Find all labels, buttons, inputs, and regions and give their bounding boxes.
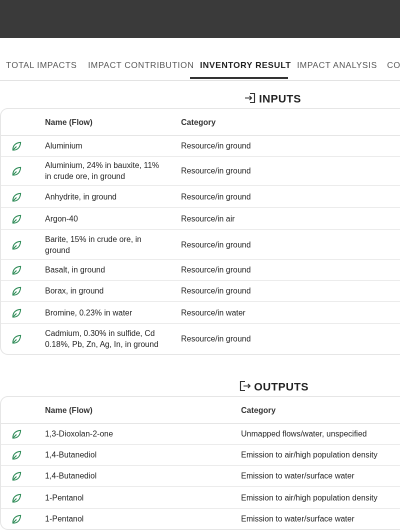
inputs-table-header: Name (Flow) Category [1,109,400,136]
flow-category: Emission to air/high population density [241,450,378,460]
leaf-icon [11,141,22,152]
flow-name: 1,3-Dioxolan-2-one [45,429,114,439]
table-row[interactable]: 1,4-Butanediol Emission to water/surface … [1,466,400,487]
outputs-table-header: Name (Flow) Category [1,397,400,424]
tab-impact-contribution[interactable]: IMPACT CONTRIBUTION [88,52,194,78]
table-row[interactable]: Borax, in ground Resource/in ground [1,281,400,302]
table-row[interactable]: Bromine, 0.23% in water Resource/in water [1,302,400,324]
leaf-icon [11,286,22,297]
flow-name: Borax, in ground [45,286,104,296]
table-row[interactable]: 1-Pentanol Emission to air/high populatio… [1,487,400,509]
leaf-icon [11,192,22,203]
flow-name: Basalt, in ground [45,265,106,275]
flow-name: Bromine, 0.23% in water [45,308,133,317]
table-row[interactable]: 1,3-Dioxolan-2-one Unmapped flows/water, … [1,424,400,445]
table-row[interactable]: Basalt, in ground Resource/in ground [1,260,400,281]
result-tabs: TOTAL IMPACTS IMPACT CONTRIBUTION INVENT… [0,52,400,80]
leaf-icon [11,429,22,440]
flow-category: Emission to water/surface water [241,471,355,481]
active-tab-indicator [190,77,288,79]
table-row[interactable]: Barite, 15% in crude ore, in ground Resour… [1,230,400,260]
leaf-icon [11,308,22,319]
flow-category: Resource/in ground [181,334,251,344]
table-row[interactable]: Aluminium, 24% in bauxite, 11% in crude o… [1,157,400,186]
leaf-icon [11,334,22,345]
leaf-icon [11,240,22,251]
outputs-title: OUTPUTS [254,381,309,394]
flow-category: Resource/in air [181,214,235,223]
flow-category: Resource/in ground [181,166,251,176]
tab-total-impacts[interactable]: TOTAL IMPACTS [6,52,77,78]
inputs-title: INPUTS [259,93,302,106]
leaf-icon [11,265,22,276]
logout-icon [239,380,251,395]
table-row[interactable]: Argon-40 Resource/in air [1,208,400,230]
flow-name: 1-Pentanol [45,514,84,524]
flow-name: Argon-40 [45,214,78,223]
tab-more[interactable]: CO [387,52,400,78]
column-header-category[interactable]: Category [181,118,216,127]
flow-name: Aluminium, 24% in bauxite, 11% in crude o… [45,161,160,181]
flow-name: 1-Pentanol [45,493,84,502]
tab-inventory-result[interactable]: INVENTORY RESULT [200,52,291,78]
flow-name: Anhydrite, in ground [45,192,117,201]
table-row[interactable]: Cadmium, 0.30% in sulfide, Cd 0.18%, Pb, … [1,324,400,354]
column-header-name[interactable]: Name (Flow) [45,118,93,127]
flow-category: Emission to water/surface water [241,514,355,524]
tabs-divider [0,80,400,81]
inputs-heading: INPUTS [244,92,301,107]
column-header-category[interactable]: Category [241,406,276,415]
table-row[interactable]: 1,4-Butanediol Emission to air/high popul… [1,445,400,466]
flow-name: 1,4-Butanediol [45,471,97,481]
flow-name: Barite, 15% in crude ore, in ground [45,234,142,255]
inputs-table: Name (Flow) Category Aluminium Resource/i… [0,108,400,355]
login-icon [244,92,256,107]
outputs-table: Name (Flow) Category 1,3-Dioxolan-2-one U… [0,396,400,530]
flow-name: Aluminium [45,141,83,151]
flow-category: Resource/in ground [181,286,251,296]
leaf-icon [11,471,22,482]
column-header-name[interactable]: Name (Flow) [45,406,93,415]
flow-category: Resource/in water [181,308,246,317]
flow-category: Unmapped flows/water, unspecified [241,429,367,439]
leaf-icon [11,166,22,177]
leaf-icon [11,450,22,461]
leaf-icon [11,493,22,504]
flow-category: Resource/in ground [181,192,251,201]
flow-name: Cadmium, 0.30% in sulfide, Cd 0.18%, Pb, … [45,329,159,349]
flow-category: Resource/in ground [181,265,251,275]
flow-category: Resource/in ground [181,240,251,249]
table-row[interactable]: 1-Pentanol Emission to water/surface wate… [1,509,400,529]
table-row[interactable]: Anhydrite, in ground Resource/in ground [1,186,400,208]
leaf-icon [11,214,22,225]
flow-category: Emission to air/high population density [241,493,378,502]
flow-category: Resource/in ground [181,141,251,151]
outputs-heading: OUTPUTS [239,380,309,395]
table-row[interactable]: Aluminium Resource/in ground [1,136,400,157]
app-top-bar [0,0,400,38]
tab-impact-analysis[interactable]: IMPACT ANALYSIS [297,52,377,78]
flow-name: 1,4-Butanediol [45,450,97,460]
